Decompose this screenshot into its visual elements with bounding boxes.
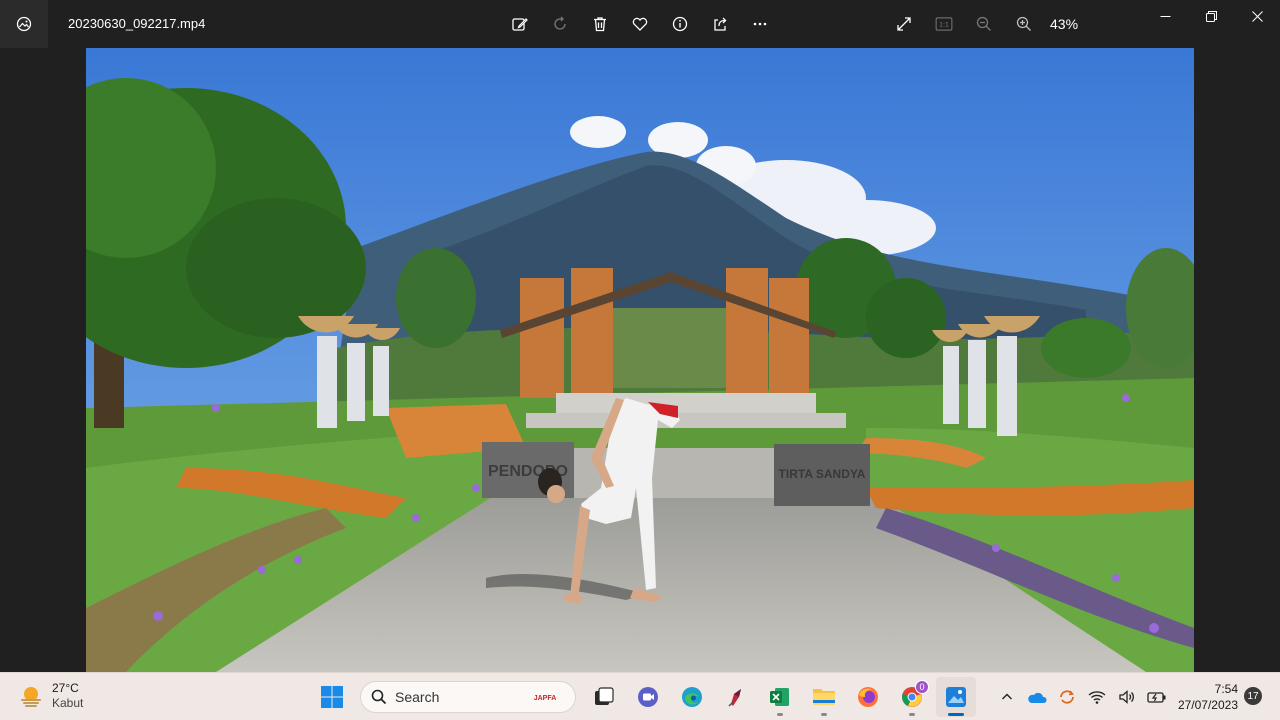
rocket-icon — [728, 689, 741, 707]
excel-button[interactable] — [760, 677, 800, 717]
fullscreen-icon[interactable] — [884, 4, 924, 44]
close-button[interactable] — [1234, 0, 1280, 32]
rotate-icon[interactable] — [540, 4, 580, 44]
notification-count[interactable]: 17 — [1244, 687, 1262, 705]
sync-icon[interactable] — [1052, 677, 1082, 717]
search-box[interactable]: Search JAPFA — [360, 681, 576, 713]
clock[interactable]: 7:54 27/07/2023 — [1170, 681, 1238, 713]
weather-temperature: 27°C — [52, 681, 79, 695]
task-view-button[interactable] — [584, 677, 624, 717]
taskbar-apps: Search JAPFA 0 — [310, 677, 978, 717]
running-indicator — [909, 713, 915, 716]
weather-icon — [21, 687, 41, 707]
sign-right: TIRTA SANDYA — [779, 467, 866, 481]
share-icon[interactable] — [700, 4, 740, 44]
minimize-button[interactable] — [1142, 0, 1188, 32]
chat-icon — [638, 687, 658, 707]
search-icon — [371, 689, 387, 705]
system-tray — [992, 677, 1172, 717]
teams-chat-button[interactable] — [628, 677, 668, 717]
file-name: 20230630_092217.mp4 — [68, 16, 206, 31]
wifi-icon[interactable] — [1082, 677, 1112, 717]
photos-app-icon[interactable] — [0, 0, 48, 48]
firefox-button[interactable] — [848, 677, 888, 717]
photos-icon — [946, 687, 966, 707]
weather-condition: Kabut — [52, 696, 84, 710]
app-button-rocket[interactable] — [716, 677, 756, 717]
delete-icon[interactable] — [580, 4, 620, 44]
chrome-button[interactable]: 0 — [892, 677, 932, 717]
favorite-icon[interactable] — [620, 4, 660, 44]
active-indicator — [948, 713, 964, 716]
excel-icon — [770, 688, 789, 706]
actual-size-button[interactable]: 1:1 — [924, 4, 964, 44]
clock-date: 27/07/2023 — [1177, 698, 1238, 712]
title-bar: 20230630_092217.mp4 1:1 43% — [0, 0, 1280, 48]
info-icon[interactable] — [660, 4, 700, 44]
file-explorer-button[interactable] — [804, 677, 844, 717]
task-view-icon — [595, 687, 614, 705]
search-label: Search — [395, 689, 440, 705]
show-hidden-icons[interactable] — [992, 677, 1022, 717]
volume-icon[interactable] — [1112, 677, 1142, 717]
chevron-up-icon — [1002, 693, 1012, 700]
clock-time: 7:54 — [1214, 682, 1238, 696]
battery-icon[interactable] — [1142, 677, 1172, 717]
windows-icon — [321, 686, 343, 708]
running-indicator — [777, 713, 783, 716]
more-icon[interactable] — [740, 4, 780, 44]
edit-icon[interactable] — [500, 4, 540, 44]
restore-button[interactable] — [1188, 0, 1234, 32]
edge-button[interactable] — [672, 677, 712, 717]
zoom-out-icon[interactable] — [964, 4, 1004, 44]
edge-icon — [682, 687, 702, 707]
photos-app-window: 20230630_092217.mp4 1:1 43% PENDOPO TIRT… — [0, 0, 1280, 672]
photo-viewer-image[interactable]: PENDOPO TIRTA SANDYA — [86, 48, 1194, 672]
weather-widget[interactable]: 27°C Kabut — [18, 681, 83, 711]
running-indicator — [821, 713, 827, 716]
taskbar: 27°C Kabut Search JAPFA 0 7:54 27/07/202… — [0, 672, 1280, 720]
image-toolbar — [500, 4, 780, 44]
zoom-in-icon[interactable] — [1004, 4, 1044, 44]
search-highlight-logo: JAPFA — [533, 694, 557, 702]
start-button[interactable] — [312, 677, 352, 717]
firefox-icon — [858, 687, 878, 707]
zoom-level[interactable]: 43% — [1050, 16, 1078, 32]
onedrive-icon[interactable] — [1022, 677, 1052, 717]
window-controls — [1142, 0, 1280, 32]
view-controls: 1:1 43% — [884, 4, 1078, 44]
photos-button[interactable] — [936, 677, 976, 717]
folder-icon — [813, 689, 835, 705]
chrome-badge: 0 — [915, 680, 929, 694]
actual-size-label: 1:1 — [939, 22, 949, 29]
